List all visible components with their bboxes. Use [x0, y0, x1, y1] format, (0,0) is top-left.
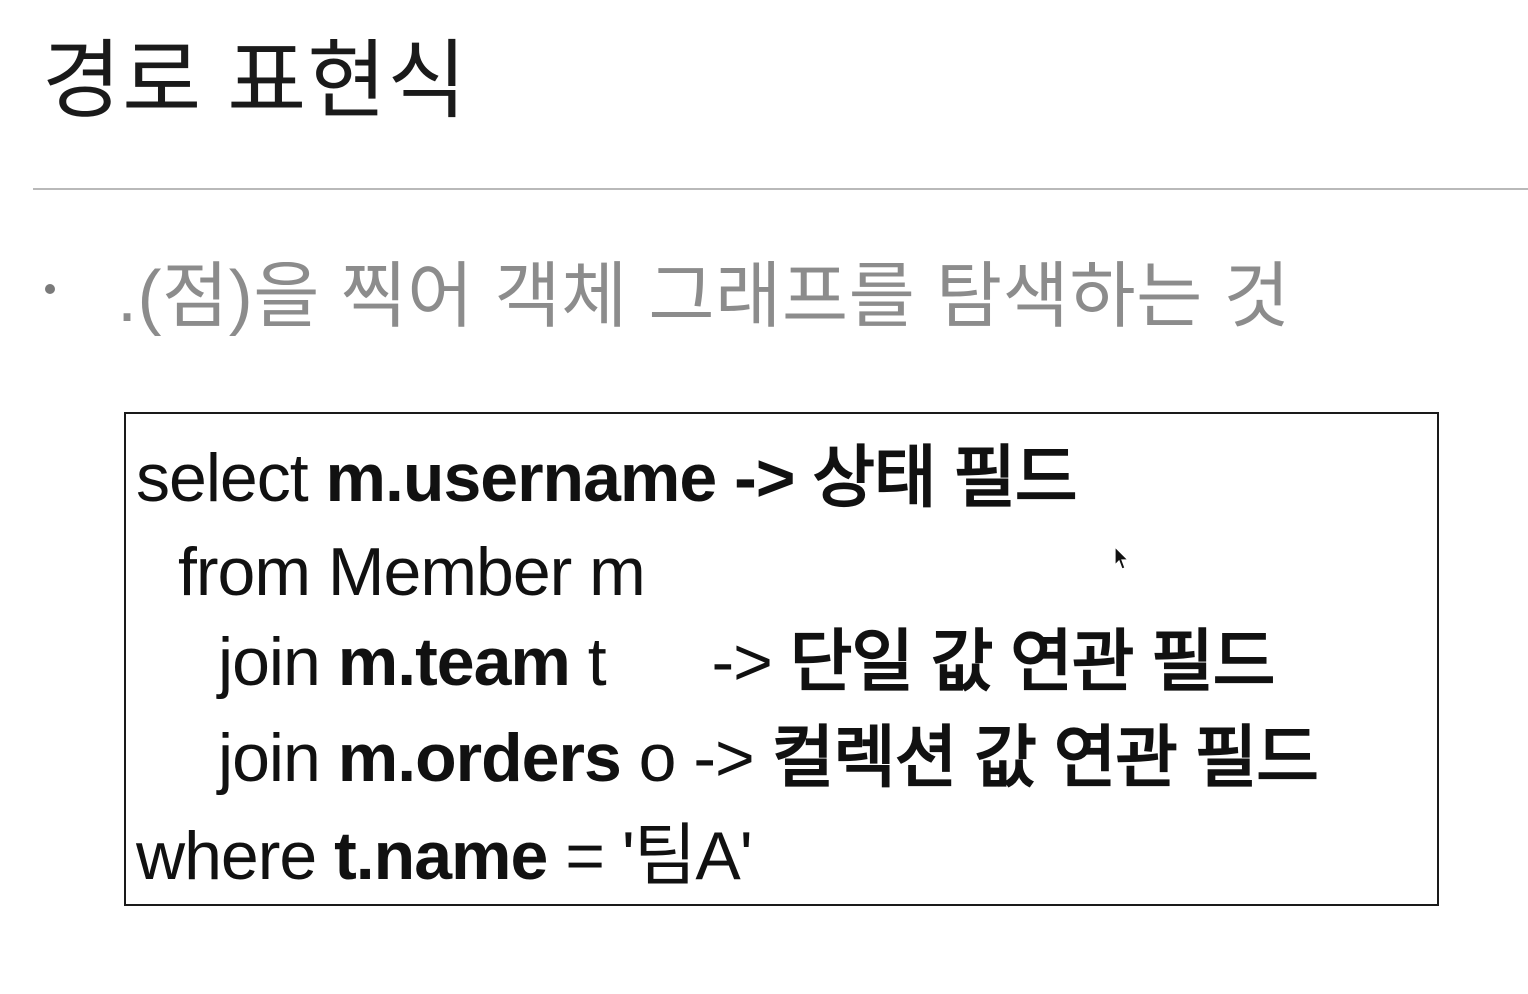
from-clause: from Member m — [178, 534, 646, 610]
code-example-box: select m.username -> 상태 필드 from Member m… — [124, 412, 1439, 906]
field-orders: m.orders — [337, 720, 622, 796]
annotation-state-field: 상태 필드 — [812, 440, 1077, 516]
keyword-select: select — [136, 440, 309, 516]
arrow: -> — [693, 720, 754, 796]
bullet-dot-icon — [45, 284, 55, 294]
operator-equals: = — [565, 818, 605, 894]
bullet-text: .(점)을 찍어 객체 그래프를 탐색하는 것 — [117, 256, 1291, 337]
field-username: m.username — [325, 440, 718, 516]
bullet-item: .(점)을 찍어 객체 그래프를 탐색하는 것 — [40, 244, 1290, 337]
annotation-collection-value-field: 컬렉션 값 연관 필드 — [771, 720, 1319, 796]
field-team: m.team — [337, 624, 571, 700]
alias-o: o — [638, 720, 677, 796]
annotation-single-value-field: 단일 값 연관 필드 — [789, 624, 1276, 700]
code-line-join-orders: join m.orders o -> 컬렉션 값 연관 필드 — [218, 724, 1319, 792]
keyword-join: join — [218, 720, 321, 796]
keyword-where: where — [136, 818, 317, 894]
title-divider — [33, 188, 1528, 190]
value-team-a: '팀A' — [621, 818, 753, 894]
code-line-join-team: join m.team t -> 단일 값 연관 필드 — [218, 628, 1275, 696]
keyword-join: join — [218, 624, 321, 700]
alias-t: t — [587, 624, 607, 700]
code-line-select: select m.username -> 상태 필드 — [136, 444, 1078, 512]
mouse-pointer-icon — [1114, 546, 1130, 570]
field-team-name: t.name — [334, 818, 548, 894]
arrow: -> — [734, 440, 795, 516]
code-line-from: from Member m — [178, 538, 646, 606]
code-line-where: where t.name = '팀A' — [136, 822, 753, 890]
slide-title: 경로 표현식 — [42, 33, 468, 129]
arrow: -> — [711, 624, 773, 700]
